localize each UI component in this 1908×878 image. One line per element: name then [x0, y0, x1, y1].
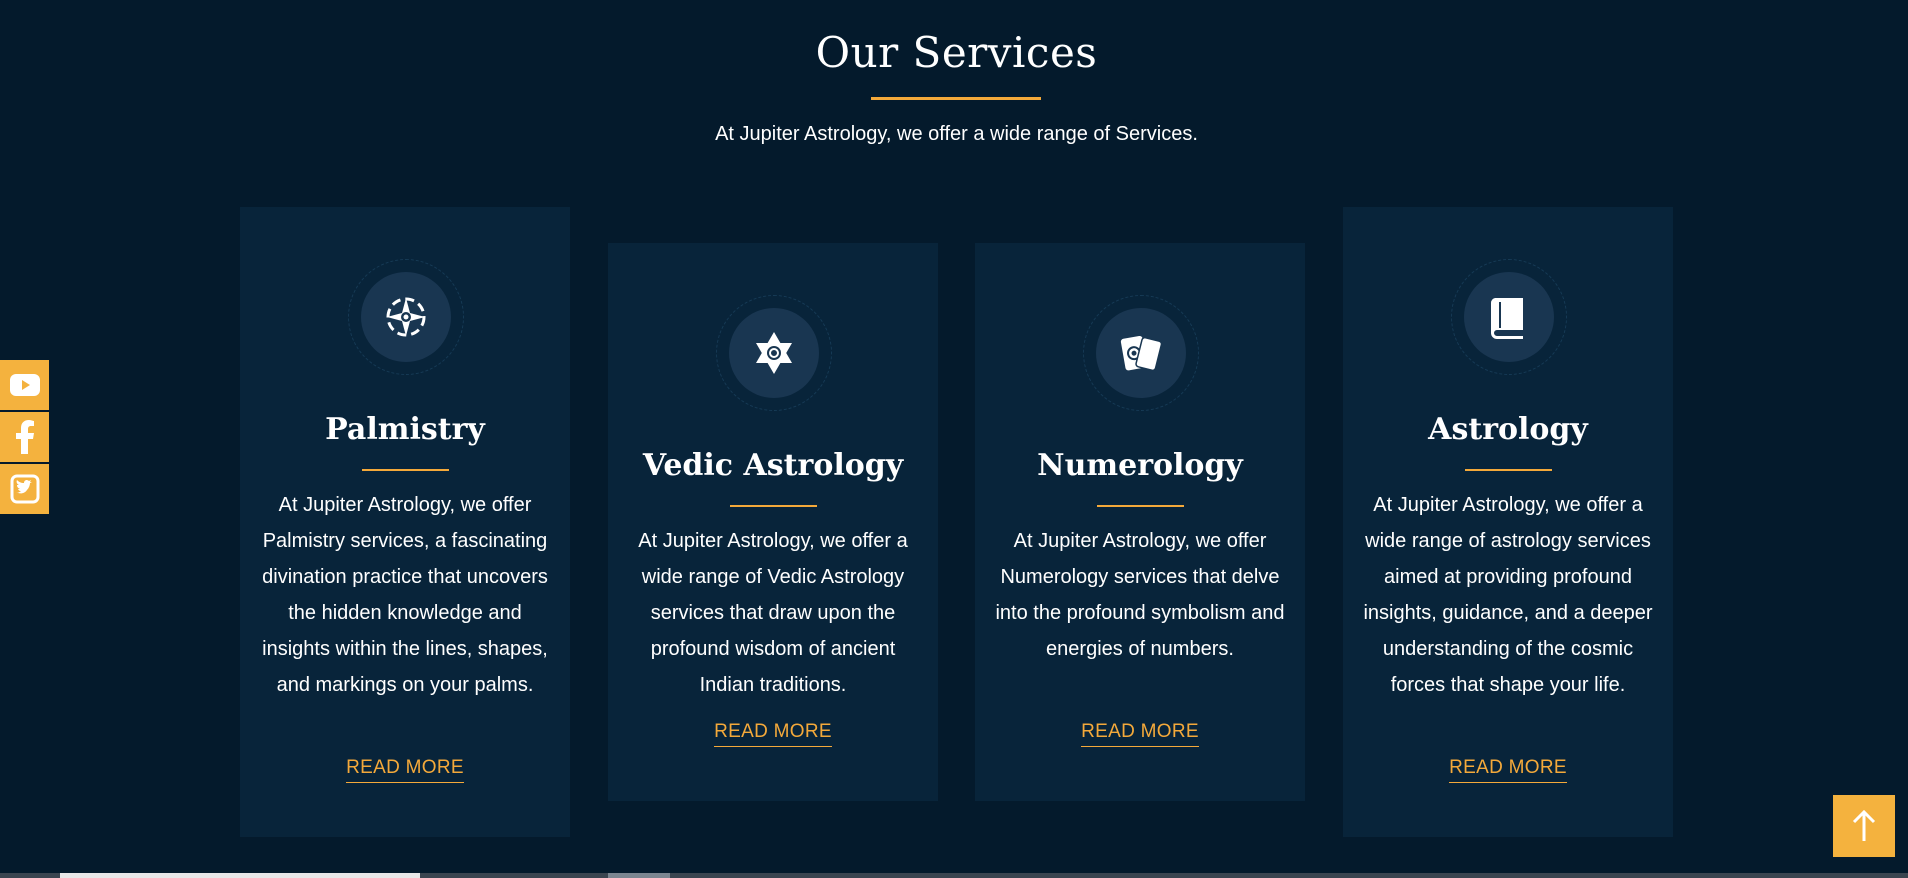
card-title: Astrology [1428, 412, 1588, 447]
read-more-label: READ MORE [1081, 721, 1199, 747]
service-card-vedic-astrology: Vedic Astrology At Jupiter Astrology, we… [608, 243, 938, 801]
horizontal-scrollbar[interactable] [0, 873, 1908, 878]
compass-star-icon [361, 272, 451, 362]
facebook-button[interactable] [0, 412, 49, 462]
service-card-palmistry: Palmistry At Jupiter Astrology, we offer… [240, 207, 570, 837]
icon-ring [348, 259, 464, 375]
read-more-link[interactable]: READ MORE [1343, 757, 1673, 783]
read-more-link[interactable]: READ MORE [608, 721, 938, 747]
card-title-underline [730, 505, 817, 507]
read-more-label: READ MORE [1449, 757, 1567, 783]
services-page: Our Services At Jupiter Astrology, we of… [0, 0, 1908, 878]
section-subtitle: At Jupiter Astrology, we offer a wide ra… [715, 123, 1198, 145]
read-more-link[interactable]: READ MORE [975, 721, 1305, 747]
card-title-underline [362, 469, 449, 471]
arrow-up-icon [1852, 809, 1876, 841]
facebook-icon [15, 420, 34, 454]
card-title: Palmistry [325, 412, 485, 447]
card-title-underline [1465, 469, 1552, 471]
card-description: At Jupiter Astrology, we offer Palmistry… [262, 494, 548, 696]
card-title: Vedic Astrology [642, 448, 904, 483]
youtube-icon [9, 374, 40, 396]
service-card-numerology: Numerology At Jupiter Astrology, we offe… [975, 243, 1305, 801]
service-card-astrology: Astrology At Jupiter Astrology, we offer… [1343, 207, 1673, 837]
read-more-link[interactable]: READ MORE [240, 757, 570, 783]
card-title: Numerology [1037, 448, 1243, 483]
youtube-button[interactable] [0, 360, 49, 410]
tarot-cards-icon [1096, 308, 1186, 398]
icon-ring [1083, 295, 1199, 411]
twitter-button[interactable] [0, 464, 49, 514]
scrollbar-marker [608, 873, 670, 878]
book-icon [1464, 272, 1554, 362]
card-description: At Jupiter Astrology, we offer a wide ra… [638, 530, 908, 696]
read-more-label: READ MORE [346, 757, 464, 783]
icon-ring [716, 295, 832, 411]
back-to-top-button[interactable] [1833, 795, 1895, 857]
section-title-underline [871, 97, 1041, 100]
read-more-label: READ MORE [714, 721, 832, 747]
card-title-underline [1097, 505, 1184, 507]
card-description: At Jupiter Astrology, we offer Numerolog… [995, 530, 1285, 660]
scrollbar-thumb[interactable] [60, 873, 420, 878]
icon-ring [1451, 259, 1567, 375]
hexagram-icon [729, 308, 819, 398]
section-title: Our Services [815, 28, 1098, 77]
twitter-icon [10, 474, 39, 504]
card-description: At Jupiter Astrology, we offer a wide ra… [1363, 494, 1653, 696]
